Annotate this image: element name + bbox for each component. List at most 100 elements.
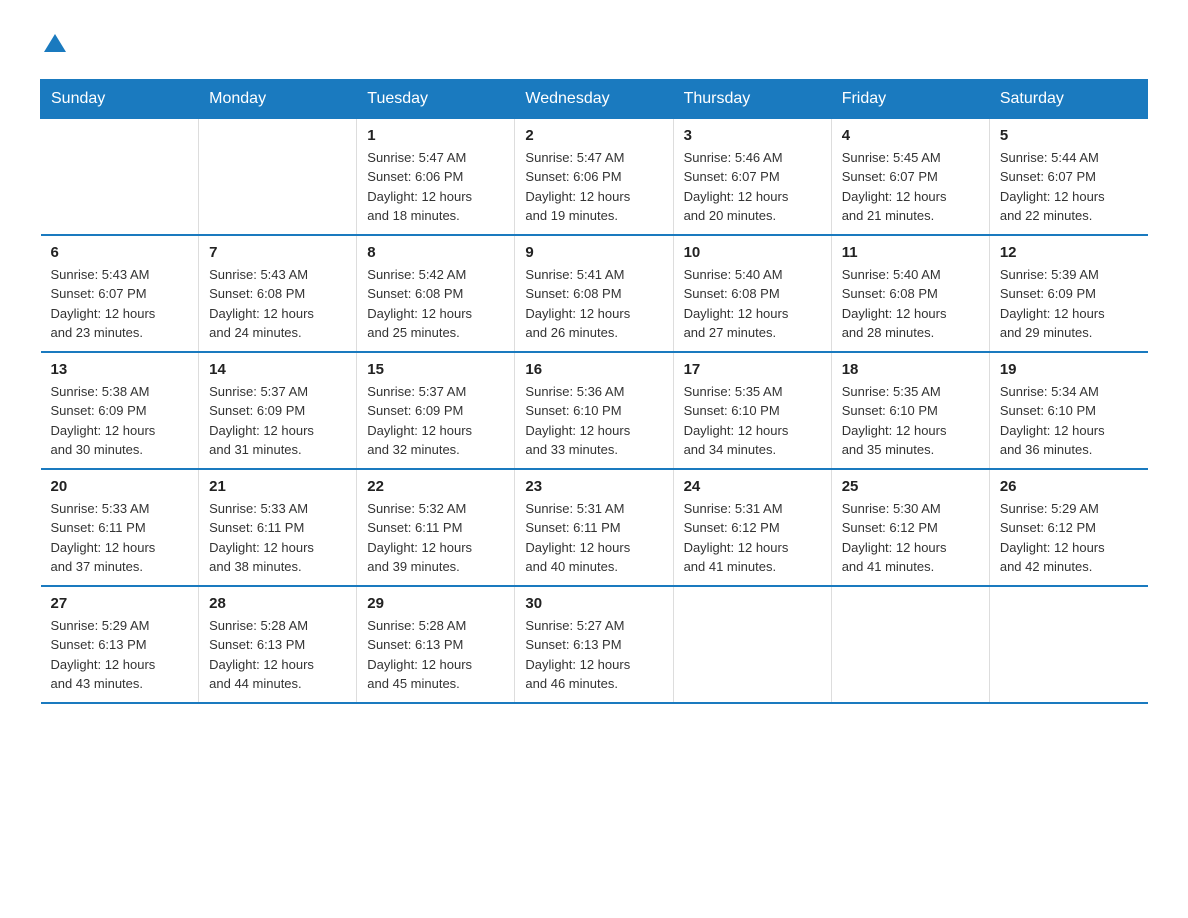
calendar-week-row: 13 Sunrise: 5:38 AM Sunset: 6:09 PM Dayli… bbox=[41, 352, 1148, 469]
day-info: Sunrise: 5:31 AM Sunset: 6:11 PM Dayligh… bbox=[525, 499, 662, 577]
day-info: Sunrise: 5:39 AM Sunset: 6:09 PM Dayligh… bbox=[1000, 265, 1138, 343]
weekday-header-tuesday: Tuesday bbox=[357, 79, 515, 118]
calendar-cell: 30 Sunrise: 5:27 AM Sunset: 6:13 PM Dayli… bbox=[515, 586, 673, 703]
day-info: Sunrise: 5:41 AM Sunset: 6:08 PM Dayligh… bbox=[525, 265, 662, 343]
calendar-cell: 18 Sunrise: 5:35 AM Sunset: 6:10 PM Dayli… bbox=[831, 352, 989, 469]
calendar-table: SundayMondayTuesdayWednesdayThursdayFrid… bbox=[40, 79, 1148, 704]
calendar-body: 1 Sunrise: 5:47 AM Sunset: 6:06 PM Daylig… bbox=[41, 118, 1148, 703]
calendar-cell: 29 Sunrise: 5:28 AM Sunset: 6:13 PM Dayli… bbox=[357, 586, 515, 703]
day-info: Sunrise: 5:37 AM Sunset: 6:09 PM Dayligh… bbox=[209, 382, 346, 460]
day-info: Sunrise: 5:32 AM Sunset: 6:11 PM Dayligh… bbox=[367, 499, 504, 577]
calendar-cell: 13 Sunrise: 5:38 AM Sunset: 6:09 PM Dayli… bbox=[41, 352, 199, 469]
day-number: 8 bbox=[367, 244, 504, 261]
day-number: 1 bbox=[367, 127, 504, 144]
calendar-cell: 11 Sunrise: 5:40 AM Sunset: 6:08 PM Dayli… bbox=[831, 235, 989, 352]
calendar-week-row: 1 Sunrise: 5:47 AM Sunset: 6:06 PM Daylig… bbox=[41, 118, 1148, 235]
day-number: 22 bbox=[367, 478, 504, 495]
day-info: Sunrise: 5:40 AM Sunset: 6:08 PM Dayligh… bbox=[842, 265, 979, 343]
calendar-cell: 10 Sunrise: 5:40 AM Sunset: 6:08 PM Dayli… bbox=[673, 235, 831, 352]
calendar-cell: 19Sunrise: 5:34 AM Sunset: 6:10 PM Dayli… bbox=[989, 352, 1147, 469]
weekday-header-saturday: Saturday bbox=[989, 79, 1147, 118]
day-number: 12 bbox=[1000, 244, 1138, 261]
calendar-cell: 8 Sunrise: 5:42 AM Sunset: 6:08 PM Daylig… bbox=[357, 235, 515, 352]
day-info: Sunrise: 5:27 AM Sunset: 6:13 PM Dayligh… bbox=[525, 616, 662, 694]
day-number: 15 bbox=[367, 361, 504, 378]
day-number: 18 bbox=[842, 361, 979, 378]
weekday-header-wednesday: Wednesday bbox=[515, 79, 673, 118]
day-number: 30 bbox=[525, 595, 662, 612]
calendar-cell: 23 Sunrise: 5:31 AM Sunset: 6:11 PM Dayli… bbox=[515, 469, 673, 586]
day-info: Sunrise: 5:28 AM Sunset: 6:13 PM Dayligh… bbox=[367, 616, 504, 694]
page-header bbox=[40, 30, 1148, 59]
day-number: 20 bbox=[51, 478, 189, 495]
day-number: 21 bbox=[209, 478, 346, 495]
day-info: Sunrise: 5:30 AM Sunset: 6:12 PM Dayligh… bbox=[842, 499, 979, 577]
calendar-week-row: 6Sunrise: 5:43 AM Sunset: 6:07 PM Daylig… bbox=[41, 235, 1148, 352]
day-number: 9 bbox=[525, 244, 662, 261]
day-info: Sunrise: 5:42 AM Sunset: 6:08 PM Dayligh… bbox=[367, 265, 504, 343]
day-info: Sunrise: 5:40 AM Sunset: 6:08 PM Dayligh… bbox=[684, 265, 821, 343]
calendar-cell bbox=[41, 118, 199, 235]
day-number: 13 bbox=[51, 361, 189, 378]
calendar-cell: 20Sunrise: 5:33 AM Sunset: 6:11 PM Dayli… bbox=[41, 469, 199, 586]
day-info: Sunrise: 5:47 AM Sunset: 6:06 PM Dayligh… bbox=[525, 148, 662, 226]
day-info: Sunrise: 5:35 AM Sunset: 6:10 PM Dayligh… bbox=[842, 382, 979, 460]
day-info: Sunrise: 5:44 AM Sunset: 6:07 PM Dayligh… bbox=[1000, 148, 1138, 226]
day-info: Sunrise: 5:28 AM Sunset: 6:13 PM Dayligh… bbox=[209, 616, 346, 694]
day-number: 23 bbox=[525, 478, 662, 495]
day-info: Sunrise: 5:35 AM Sunset: 6:10 PM Dayligh… bbox=[684, 382, 821, 460]
calendar-cell bbox=[199, 118, 357, 235]
calendar-cell: 25Sunrise: 5:30 AM Sunset: 6:12 PM Dayli… bbox=[831, 469, 989, 586]
calendar-cell bbox=[989, 586, 1147, 703]
calendar-cell: 6Sunrise: 5:43 AM Sunset: 6:07 PM Daylig… bbox=[41, 235, 199, 352]
calendar-cell: 27Sunrise: 5:29 AM Sunset: 6:13 PM Dayli… bbox=[41, 586, 199, 703]
calendar-cell: 21Sunrise: 5:33 AM Sunset: 6:11 PM Dayli… bbox=[199, 469, 357, 586]
day-number: 16 bbox=[525, 361, 662, 378]
day-number: 3 bbox=[684, 127, 821, 144]
calendar-cell: 16 Sunrise: 5:36 AM Sunset: 6:10 PM Dayli… bbox=[515, 352, 673, 469]
calendar-cell: 9 Sunrise: 5:41 AM Sunset: 6:08 PM Daylig… bbox=[515, 235, 673, 352]
day-number: 29 bbox=[367, 595, 504, 612]
weekday-header-monday: Monday bbox=[199, 79, 357, 118]
calendar-week-row: 27Sunrise: 5:29 AM Sunset: 6:13 PM Dayli… bbox=[41, 586, 1148, 703]
calendar-cell: 2 Sunrise: 5:47 AM Sunset: 6:06 PM Daylig… bbox=[515, 118, 673, 235]
calendar-cell bbox=[831, 586, 989, 703]
calendar-cell: 26 Sunrise: 5:29 AM Sunset: 6:12 PM Dayli… bbox=[989, 469, 1147, 586]
calendar-cell: 28 Sunrise: 5:28 AM Sunset: 6:13 PM Dayli… bbox=[199, 586, 357, 703]
calendar-cell: 3 Sunrise: 5:46 AM Sunset: 6:07 PM Daylig… bbox=[673, 118, 831, 235]
day-number: 27 bbox=[51, 595, 189, 612]
calendar-cell: 4 Sunrise: 5:45 AM Sunset: 6:07 PM Daylig… bbox=[831, 118, 989, 235]
weekday-header-thursday: Thursday bbox=[673, 79, 831, 118]
calendar-cell: 5Sunrise: 5:44 AM Sunset: 6:07 PM Daylig… bbox=[989, 118, 1147, 235]
weekday-header-friday: Friday bbox=[831, 79, 989, 118]
day-number: 24 bbox=[684, 478, 821, 495]
calendar-cell: 24 Sunrise: 5:31 AM Sunset: 6:12 PM Dayli… bbox=[673, 469, 831, 586]
calendar-cell: 1Sunrise: 5:47 AM Sunset: 6:06 PM Daylig… bbox=[357, 118, 515, 235]
calendar-cell: 14 Sunrise: 5:37 AM Sunset: 6:09 PM Dayli… bbox=[199, 352, 357, 469]
day-number: 4 bbox=[842, 127, 979, 144]
day-info: Sunrise: 5:46 AM Sunset: 6:07 PM Dayligh… bbox=[684, 148, 821, 226]
day-number: 28 bbox=[209, 595, 346, 612]
day-info: Sunrise: 5:29 AM Sunset: 6:12 PM Dayligh… bbox=[1000, 499, 1138, 577]
day-number: 11 bbox=[842, 244, 979, 261]
day-info: Sunrise: 5:34 AM Sunset: 6:10 PM Dayligh… bbox=[1000, 382, 1138, 460]
weekday-header-row: SundayMondayTuesdayWednesdayThursdayFrid… bbox=[41, 79, 1148, 118]
day-info: Sunrise: 5:43 AM Sunset: 6:08 PM Dayligh… bbox=[209, 265, 346, 343]
day-number: 7 bbox=[209, 244, 346, 261]
day-number: 2 bbox=[525, 127, 662, 144]
day-number: 14 bbox=[209, 361, 346, 378]
logo bbox=[40, 30, 66, 59]
day-info: Sunrise: 5:38 AM Sunset: 6:09 PM Dayligh… bbox=[51, 382, 189, 460]
day-info: Sunrise: 5:45 AM Sunset: 6:07 PM Dayligh… bbox=[842, 148, 979, 226]
calendar-week-row: 20Sunrise: 5:33 AM Sunset: 6:11 PM Dayli… bbox=[41, 469, 1148, 586]
logo-triangle-icon bbox=[44, 32, 66, 54]
calendar-cell: 7 Sunrise: 5:43 AM Sunset: 6:08 PM Daylig… bbox=[199, 235, 357, 352]
calendar-header: SundayMondayTuesdayWednesdayThursdayFrid… bbox=[41, 79, 1148, 118]
day-info: Sunrise: 5:43 AM Sunset: 6:07 PM Dayligh… bbox=[51, 265, 189, 343]
day-number: 17 bbox=[684, 361, 821, 378]
day-info: Sunrise: 5:31 AM Sunset: 6:12 PM Dayligh… bbox=[684, 499, 821, 577]
day-number: 26 bbox=[1000, 478, 1138, 495]
calendar-cell: 22 Sunrise: 5:32 AM Sunset: 6:11 PM Dayli… bbox=[357, 469, 515, 586]
day-number: 10 bbox=[684, 244, 821, 261]
day-info: Sunrise: 5:36 AM Sunset: 6:10 PM Dayligh… bbox=[525, 382, 662, 460]
